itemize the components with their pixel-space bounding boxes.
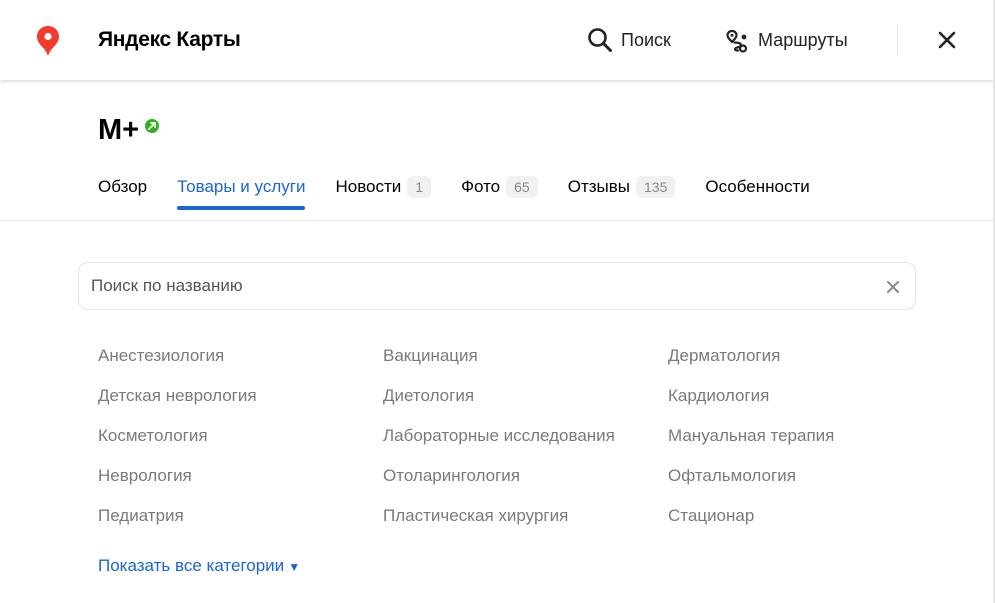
tab-label: Обзор: [98, 177, 148, 196]
category-link[interactable]: Детская неврология: [98, 386, 257, 406]
verified-badge-icon: [145, 119, 159, 133]
category-link[interactable]: Дерматология: [668, 346, 780, 366]
category-link[interactable]: Стационар: [668, 506, 754, 526]
category-link[interactable]: Офтальмология: [668, 466, 796, 486]
brand-title[interactable]: Яндекс Карты: [98, 28, 241, 52]
category-link[interactable]: Анестезиология: [98, 346, 224, 366]
header-divider: [897, 24, 898, 56]
category-link[interactable]: Лабораторные исследования: [383, 426, 615, 446]
category-link[interactable]: Кардиология: [668, 386, 769, 406]
tab-label: Отзывы: [567, 177, 630, 196]
tab-news[interactable]: Новости 1: [335, 172, 432, 202]
category-link[interactable]: Неврология: [98, 466, 192, 486]
search-button[interactable]: Поиск: [587, 24, 671, 56]
tab-goods-services[interactable]: Товары и услуги: [177, 172, 306, 210]
category-link[interactable]: Диетология: [383, 386, 474, 406]
tab-label: Товары и услуги: [177, 177, 306, 196]
tab-label: Фото: [461, 177, 501, 196]
category-link[interactable]: Педиатрия: [98, 506, 184, 526]
count-badge: 135: [636, 176, 676, 198]
tab-photos[interactable]: Фото 65: [461, 172, 538, 202]
routes-button-label: Маршруты: [758, 29, 848, 50]
search-icon: [588, 28, 612, 52]
category-link[interactable]: Мануальная терапия: [668, 426, 834, 446]
chevron-down-icon: ▼: [288, 560, 301, 574]
tab-label: Новости: [335, 177, 402, 196]
tabs-divider: [0, 220, 993, 221]
org-title: М+: [98, 114, 140, 146]
route-icon: [726, 29, 748, 53]
search-field: [78, 262, 916, 310]
app-header: Яндекс Карты Поиск Маршруты: [0, 0, 995, 80]
category-link[interactable]: Пластическая хирургия: [383, 506, 568, 526]
close-icon[interactable]: [934, 27, 960, 53]
category-link[interactable]: Косметология: [98, 426, 208, 446]
search-input[interactable]: [91, 263, 861, 309]
category-link[interactable]: Отоларингология: [383, 466, 520, 486]
routes-button[interactable]: Маршруты: [724, 24, 848, 56]
show-all-label: Показать все категории: [98, 556, 285, 575]
category-link[interactable]: Вакцинация: [383, 346, 478, 366]
tabs-bar: Обзор Товары и услуги Новости 1 Фото 65 …: [98, 172, 840, 210]
count-badge: 1: [407, 176, 432, 198]
map-pin-icon[interactable]: [36, 26, 60, 56]
show-all-categories-link[interactable]: Показать все категории ▼: [98, 556, 300, 576]
page: Яндекс Карты Поиск Маршруты М+ Обзор Тов…: [0, 0, 995, 603]
tab-label: Особенности: [705, 177, 810, 196]
tab-features[interactable]: Особенности: [705, 172, 809, 202]
tab-overview[interactable]: Обзор: [98, 172, 147, 202]
search-button-label: Поиск: [621, 29, 671, 50]
tab-reviews[interactable]: Отзывы 135: [568, 172, 676, 202]
clear-icon[interactable]: [885, 279, 901, 295]
count-badge: 65: [506, 176, 538, 198]
